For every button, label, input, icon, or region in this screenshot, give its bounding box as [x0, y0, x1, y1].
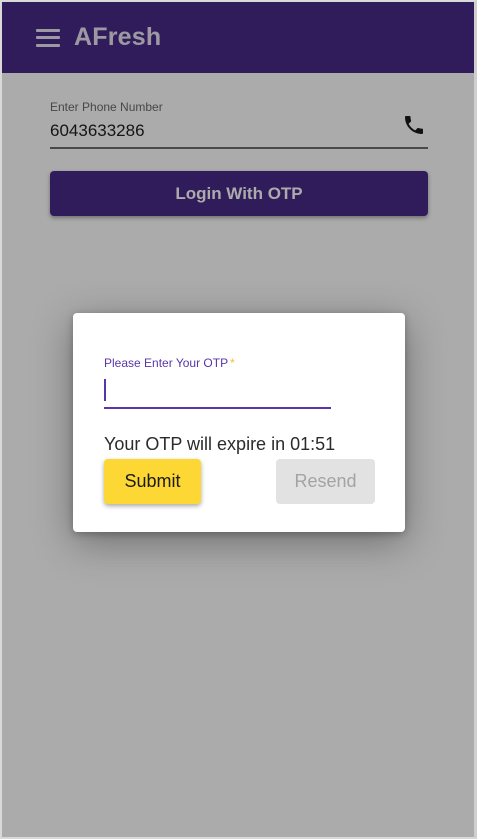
- otp-expire-text: Your OTP will expire in 01:51: [104, 434, 336, 454]
- otp-dialog: Please Enter Your OTP * Your OTP will exp…: [73, 313, 405, 532]
- text-cursor: [104, 379, 106, 401]
- app-window: AFresh Enter Phone Number 6043633286 Log…: [0, 0, 477, 839]
- required-marker: *: [230, 356, 235, 370]
- otp-label-text: Please Enter Your OTP: [104, 356, 229, 370]
- submit-button[interactable]: Submit: [104, 459, 201, 504]
- otp-field-label: Please Enter Your OTP *: [104, 356, 235, 370]
- resend-button: Resend: [276, 459, 375, 504]
- otp-input[interactable]: [104, 375, 331, 409]
